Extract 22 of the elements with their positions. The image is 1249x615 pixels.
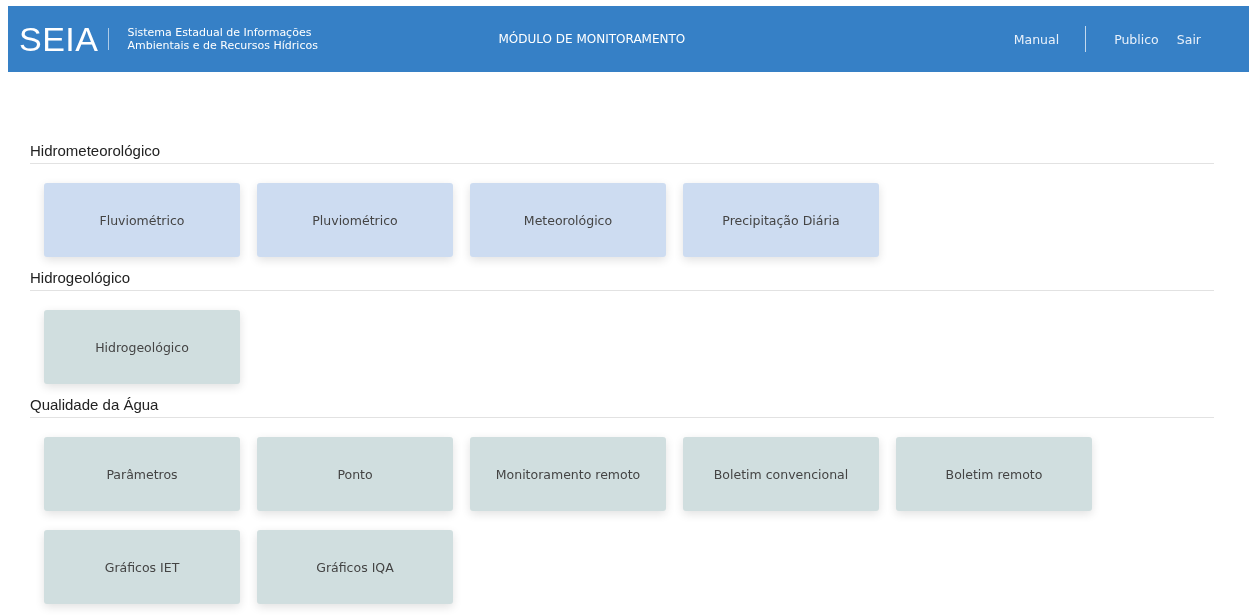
menu-card[interactable]: Monitoramento remoto	[470, 437, 666, 511]
menu-card[interactable]: Pluviométrico	[257, 183, 453, 257]
menu-card[interactable]: Parâmetros	[44, 437, 240, 511]
menu-card[interactable]: Gráficos IET	[44, 530, 240, 604]
module-title: MÓDULO DE MONITORAMENTO	[498, 32, 687, 46]
menu-card[interactable]: Precipitação Diária	[683, 183, 879, 257]
nav-link[interactable]: Sair	[1176, 31, 1201, 47]
section-title: Hidrogeológico	[30, 269, 1214, 291]
logo: SEIA	[19, 19, 99, 59]
section-title: Qualidade da Água	[30, 396, 1214, 418]
menu-card[interactable]: Boletim convencional	[683, 437, 879, 511]
nav-link[interactable]: Publico	[1114, 31, 1159, 47]
system-name: Ambientais e de Recursos Hídricos	[127, 39, 319, 52]
menu-card[interactable]: Hidrogeológico	[44, 310, 240, 384]
menu-card[interactable]: Boletim remoto	[896, 437, 1092, 511]
system-name: Sistema Estadual de Informações	[127, 26, 313, 39]
menu-card[interactable]: Ponto	[257, 437, 453, 511]
menu-card[interactable]: Fluviométrico	[44, 183, 240, 257]
nav-link[interactable]: Manual	[1013, 31, 1060, 47]
menu-card[interactable]: Gráficos IQA	[257, 530, 453, 604]
section-title: Hidrometeorológico	[30, 142, 1214, 164]
menu-card[interactable]: Meteorológico	[470, 183, 666, 257]
